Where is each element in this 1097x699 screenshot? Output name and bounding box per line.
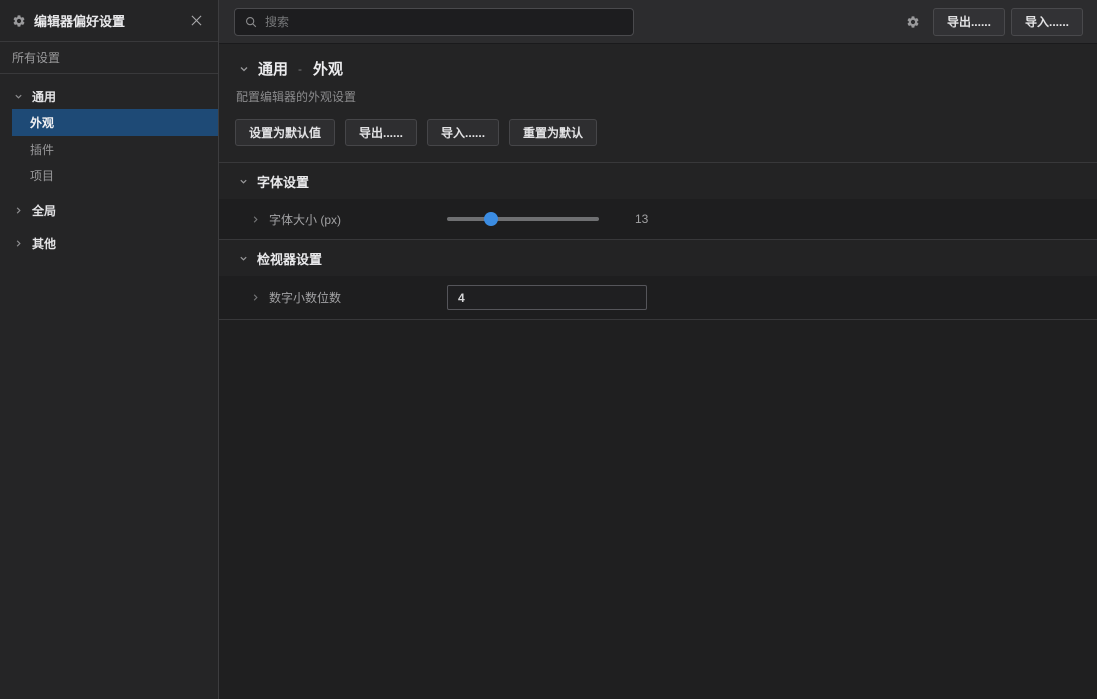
font-size-slider[interactable] — [447, 212, 599, 226]
sidebar-item-all-settings[interactable]: 所有设置 — [0, 42, 218, 74]
sidebar-item-global[interactable]: 全局 — [0, 197, 218, 223]
export-settings-button[interactable]: 导出...... — [345, 119, 417, 146]
setting-row-decimal-places: 数字小数位数 — [219, 276, 1097, 320]
sidebar-item-label: 全局 — [32, 202, 56, 219]
section-header-font[interactable]: 字体设置 — [219, 162, 1097, 199]
sidebar-item-plugins[interactable]: 插件 — [0, 136, 218, 162]
sidebar-item-other[interactable]: 其他 — [0, 230, 218, 256]
chevron-down-icon — [14, 92, 24, 101]
decimal-places-input[interactable] — [447, 285, 647, 310]
sidebar-item-general[interactable]: 通用 — [0, 83, 218, 109]
import-button[interactable]: 导入...... — [1011, 8, 1083, 36]
chevron-right-icon — [251, 293, 260, 302]
preferences-sidebar: 编辑器偏好设置 所有设置 通用 外观 插件 项目 全局 — [0, 0, 219, 699]
breadcrumb-group: 通用 — [258, 58, 288, 79]
setting-row-font-size: 字体大小 (px) 13 — [219, 199, 1097, 239]
settings-tree: 通用 外观 插件 项目 全局 其他 — [0, 74, 218, 256]
setting-label-area[interactable]: 数字小数位数 — [219, 289, 447, 306]
search-input[interactable] — [265, 15, 623, 29]
chevron-down-icon — [239, 177, 248, 186]
sidebar-item-label: 外观 — [30, 114, 54, 131]
section-title: 检视器设置 — [257, 249, 322, 268]
action-buttons: 设置为默认值 导出...... 导入...... 重置为默认 — [235, 119, 1081, 146]
window-title: 编辑器偏好设置 — [34, 11, 186, 30]
sidebar-item-project[interactable]: 项目 — [0, 162, 218, 188]
sidebar-header: 编辑器偏好设置 — [0, 0, 218, 42]
sidebar-item-appearance[interactable]: 外观 — [12, 109, 218, 136]
chevron-right-icon — [251, 215, 260, 224]
breadcrumb-separator: - — [298, 62, 302, 76]
search-icon — [245, 16, 257, 28]
setting-label: 数字小数位数 — [269, 289, 341, 306]
setting-label-area[interactable]: 字体大小 (px) — [219, 211, 447, 228]
close-icon[interactable] — [186, 11, 206, 31]
sidebar-item-label: 通用 — [32, 88, 56, 105]
empty-content-area — [219, 320, 1097, 699]
main-panel: 导出...... 导入...... 通用 - 外观 配置编辑器的外观设置 设置为… — [219, 0, 1097, 699]
toolbar-right: 导出...... 导入...... — [906, 8, 1083, 36]
reset-default-button[interactable]: 重置为默认 — [509, 119, 597, 146]
chevron-down-icon[interactable] — [239, 64, 249, 74]
chevron-right-icon — [14, 239, 24, 248]
import-settings-button[interactable]: 导入...... — [427, 119, 499, 146]
chevron-right-icon — [14, 206, 24, 215]
gear-icon[interactable] — [906, 15, 920, 29]
sidebar-item-label: 其他 — [32, 235, 56, 252]
search-box[interactable] — [234, 8, 634, 36]
sidebar-item-label: 插件 — [30, 141, 54, 158]
setting-label: 字体大小 (px) — [269, 211, 341, 228]
section-title: 字体设置 — [257, 172, 309, 191]
export-button[interactable]: 导出...... — [933, 8, 1005, 36]
top-toolbar: 导出...... 导入...... — [219, 0, 1097, 44]
chevron-down-icon — [239, 254, 248, 263]
page-header: 通用 - 外观 配置编辑器的外观设置 设置为默认值 导出...... 导入...… — [219, 44, 1097, 162]
slider-thumb[interactable] — [484, 212, 498, 226]
set-default-button[interactable]: 设置为默认值 — [235, 119, 335, 146]
slider-track — [447, 217, 599, 221]
page-title: 外观 — [313, 58, 343, 79]
sidebar-item-label: 项目 — [30, 167, 54, 184]
slider-value: 13 — [635, 212, 648, 226]
section-header-inspector[interactable]: 检视器设置 — [219, 239, 1097, 276]
page-description: 配置编辑器的外观设置 — [236, 88, 1081, 105]
gear-icon — [12, 14, 26, 28]
breadcrumb: 通用 - 外观 — [235, 58, 1081, 79]
